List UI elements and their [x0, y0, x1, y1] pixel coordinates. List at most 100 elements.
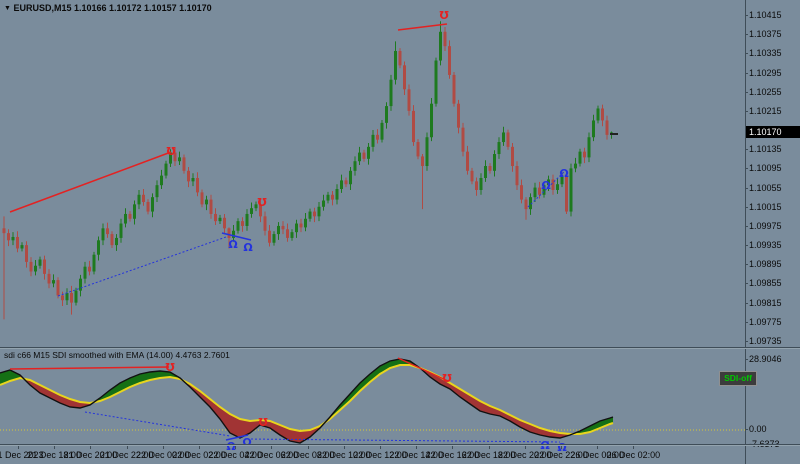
candle-bull [232, 230, 235, 238]
candle-bull [137, 194, 141, 205]
time-tick [561, 446, 562, 449]
sdi-toggle-button[interactable]: SDI-off [719, 371, 757, 386]
candle-bull [205, 199, 208, 205]
price-tick-label: 1.10335 [749, 48, 782, 59]
candle-bull [340, 180, 343, 190]
price-tick [745, 341, 748, 342]
oscillator-fill-bear [300, 430, 310, 443]
price-tick-label: 1.10135 [749, 144, 782, 155]
time-axis-separator-highlight [0, 445, 800, 446]
candle-bull [52, 280, 55, 284]
symbol-ohlc: 1.10166 1.10172 1.10157 1.10170 [73, 3, 212, 13]
candle-bull [587, 137, 591, 158]
candle-bear [407, 89, 411, 111]
candle-bear [565, 175, 568, 212]
candle-bull [254, 204, 258, 209]
price-tick-label: 1.10415 [749, 10, 782, 20]
candle-bear [511, 146, 514, 167]
price-tick [745, 15, 748, 16]
candle-bear [520, 185, 523, 200]
price-tick [745, 225, 748, 227]
candle-bull [155, 185, 159, 198]
candle-bear [605, 120, 609, 135]
trend-line-red [9, 366, 170, 370]
candle-bull [367, 146, 370, 159]
candle-bear [106, 228, 109, 235]
candle-bear [110, 234, 114, 246]
price-tick [745, 91, 748, 93]
candle-bull [394, 50, 397, 80]
candle-bull [371, 134, 375, 147]
candle-bear [461, 127, 465, 152]
last-price-dash [610, 133, 618, 135]
indicator-panel-separator-highlight [0, 348, 800, 349]
chart-canvas[interactable]: ΩΩΩΩΩΩΩΩΩΩΩΩΩΩ [0, 0, 800, 464]
price-tick-label: 1.09855 [749, 278, 782, 289]
price-tick-label: 1.10055 [749, 182, 782, 193]
candle-bull [434, 60, 438, 104]
candle-bear [47, 273, 51, 284]
candle-bear [421, 156, 424, 167]
candle-bear [466, 151, 469, 171]
candle-bear [128, 213, 132, 219]
candle-bear [398, 50, 402, 66]
candle-bull [119, 223, 123, 238]
buy-marker-icon: Ω [228, 238, 238, 251]
candle-bull [389, 79, 393, 107]
price-tick [745, 206, 748, 208]
candle-bull [596, 108, 600, 121]
candle-bull [592, 120, 595, 138]
buy-marker-icon: Ω [559, 167, 569, 180]
candle-bear [475, 181, 478, 190]
candle-bear [241, 221, 244, 226]
candle-bear [214, 213, 217, 222]
candle-bull [11, 236, 15, 241]
candle-bull [430, 103, 433, 138]
candle-bear [470, 170, 474, 182]
price-tick-label: 1.10255 [749, 86, 782, 97]
price-tick-label: 1.09735 [749, 336, 782, 346]
candle-bear [524, 199, 528, 210]
candle-bull [326, 194, 330, 201]
candle-bull [322, 200, 325, 207]
candle-bear [2, 228, 6, 234]
candle-bull [425, 137, 429, 167]
price-tick [745, 283, 748, 285]
candle-bull [101, 228, 105, 241]
symbol-title: ▼ EURUSD,M15 1.10166 1.10172 1.10157 1.1… [4, 3, 212, 13]
price-tick [745, 245, 748, 247]
price-tick [745, 53, 748, 55]
divergence-line-blue [57, 236, 227, 297]
indicator-tick [745, 429, 748, 430]
candle-bear [16, 236, 19, 249]
candle-bear [448, 46, 451, 75]
candle-bull [533, 187, 537, 198]
candle-bear [25, 245, 28, 262]
time-tick [54, 446, 56, 449]
symbol-dropdown-icon[interactable]: ▼ [4, 5, 11, 12]
candle-bear [223, 217, 226, 229]
price-tick-label: 1.10295 [749, 67, 782, 78]
candle-bear [7, 233, 10, 241]
candle-bull [479, 177, 483, 190]
candle-bear [56, 280, 60, 296]
candle-bull [178, 157, 181, 162]
candle-bear [29, 261, 33, 272]
indicator-tick-label: 28.9046 [749, 354, 782, 364]
candle-bull [353, 161, 357, 171]
candle-bull [191, 177, 195, 182]
time-tick [90, 446, 92, 449]
time-tick [162, 446, 164, 449]
time-tick-label: 26 Dec 02:00 [606, 450, 661, 460]
candle-bear [376, 134, 379, 140]
candle-bear [412, 110, 415, 143]
candle-bull [151, 197, 154, 212]
time-tick [452, 446, 454, 449]
candle-bear [200, 192, 204, 205]
price-tick [745, 72, 748, 74]
candle-bear [209, 199, 213, 214]
sell-marker-icon: Ω [439, 8, 449, 21]
candle-bear [299, 223, 303, 228]
price-tick [745, 149, 748, 151]
candle-bear [70, 293, 73, 303]
